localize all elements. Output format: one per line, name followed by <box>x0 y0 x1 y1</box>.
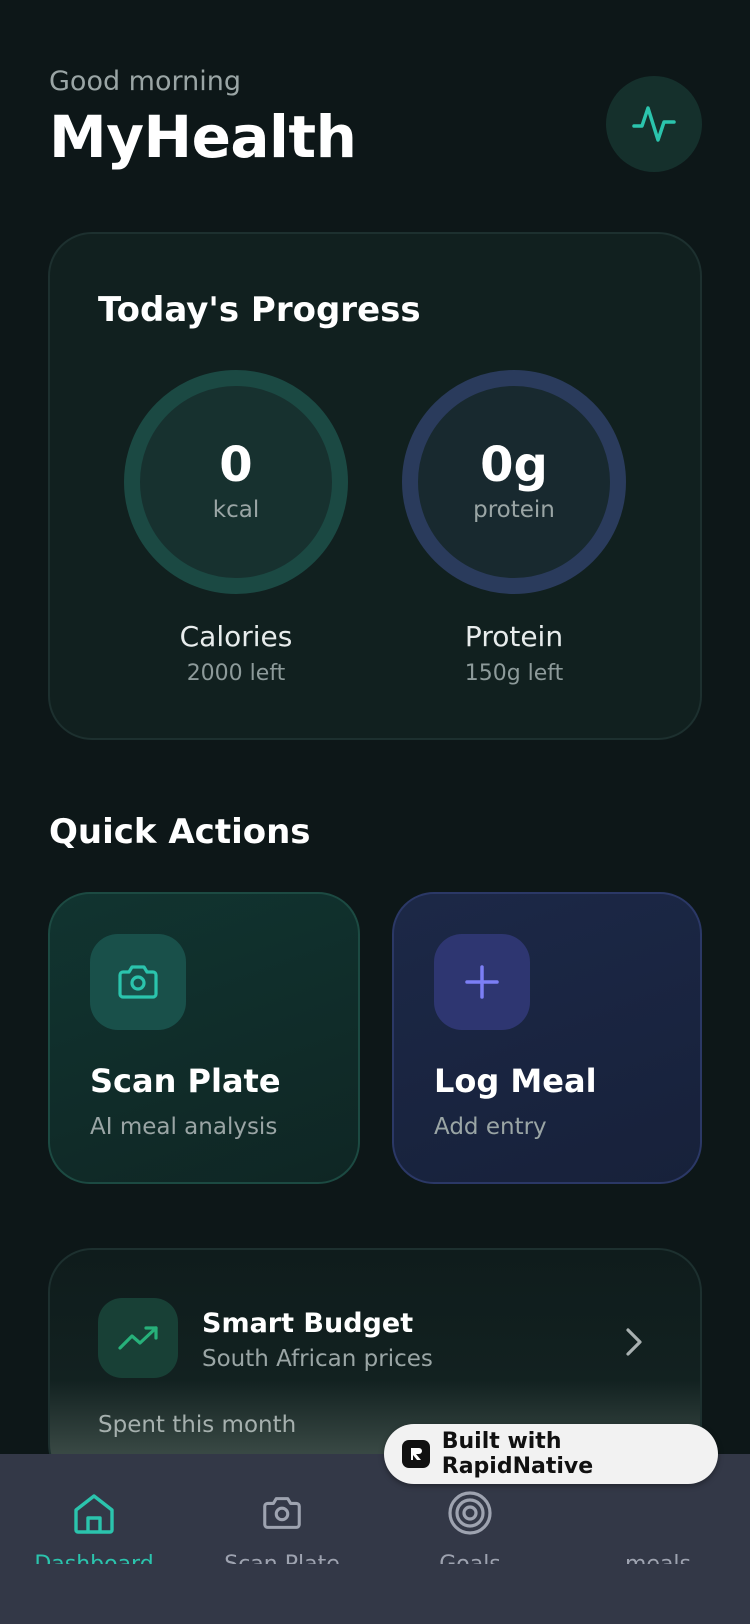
tab-scan-plate[interactable]: Scan Plate <box>188 1454 376 1564</box>
calories-value: 0 <box>219 437 253 493</box>
scan-plate-subtitle: AI meal analysis <box>90 1114 278 1140</box>
log-meal-subtitle: Add entry <box>434 1114 547 1140</box>
protein-label-group: Protein 150g left <box>402 620 626 686</box>
scan-plate-card[interactable]: Scan Plate AI meal analysis <box>48 892 360 1184</box>
tab-scan-plate-label: Scan Plate <box>188 1552 376 1564</box>
log-meal-card[interactable]: Log Meal Add entry <box>392 892 702 1184</box>
log-meal-title: Log Meal <box>434 1062 597 1100</box>
calories-remaining: 2000 left <box>186 661 286 686</box>
spent-this-month-label: Spent this month <box>98 1412 297 1438</box>
quick-actions-title: Quick Actions <box>49 812 311 852</box>
protein-remaining: 150g left <box>464 661 564 686</box>
tab-meals-label: meals <box>564 1552 750 1564</box>
header: Good morning MyHealth <box>49 66 357 171</box>
log-meal-icon-box <box>434 934 530 1030</box>
activity-pulse-icon <box>632 106 676 142</box>
budget-title: Smart Budget <box>202 1308 414 1339</box>
budget-icon-box <box>98 1298 178 1378</box>
scan-plate-icon-box <box>90 934 186 1030</box>
badge-text: Built with RapidNative <box>441 1429 594 1479</box>
budget-subtitle: South African prices <box>202 1346 433 1372</box>
home-icon <box>74 1494 114 1534</box>
trending-up-icon <box>118 1326 158 1350</box>
page-title: MyHealth <box>49 103 357 171</box>
chevron-right-icon <box>626 1328 642 1356</box>
todays-progress-card: Today's Progress 0 kcal 0g protein Calor… <box>48 232 702 740</box>
protein-label: Protein <box>464 620 564 653</box>
camera-icon <box>118 965 158 999</box>
protein-unit: protein <box>473 497 555 523</box>
target-icon <box>448 1491 492 1535</box>
calories-label: Calories <box>179 620 293 653</box>
protein-value: 0g <box>480 437 548 493</box>
greeting-text: Good morning <box>49 66 241 97</box>
tab-dashboard-label: Dashboard <box>0 1552 188 1564</box>
camera-icon <box>263 1497 301 1529</box>
tab-goals-label: Goals <box>376 1552 564 1564</box>
calories-unit: kcal <box>212 497 260 523</box>
rapidnative-logo-icon <box>402 1440 430 1468</box>
activity-button[interactable] <box>606 76 702 172</box>
protein-ring: 0g protein <box>402 370 626 594</box>
built-with-rapidnative-badge[interactable]: Built with RapidNative <box>384 1424 718 1484</box>
calories-label-group: Calories 2000 left <box>124 620 348 686</box>
progress-card-title: Today's Progress <box>98 290 421 330</box>
calories-ring: 0 kcal <box>124 370 348 594</box>
scan-plate-title: Scan Plate <box>90 1062 281 1100</box>
tab-dashboard[interactable]: Dashboard <box>0 1454 188 1564</box>
plus-icon <box>465 965 499 999</box>
